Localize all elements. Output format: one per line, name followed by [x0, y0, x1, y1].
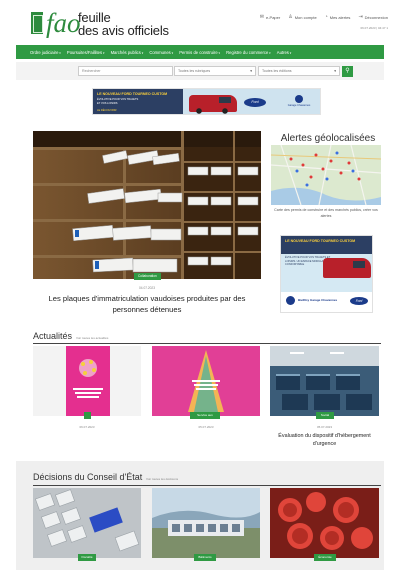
- epaper-link[interactable]: ✉ e-Paper: [260, 14, 280, 20]
- decisions-card-3-tag[interactable]: Économie: [314, 554, 336, 561]
- logout-icon: ⇥: [358, 14, 363, 20]
- search-button[interactable]: ⚲: [342, 65, 353, 77]
- dealer-emblem: [295, 95, 303, 103]
- decisions-card-3-image[interactable]: [270, 488, 379, 558]
- user-icon: ♙: [288, 14, 293, 20]
- ad-banner[interactable]: LE NOUVEAU FORD TOURNEO CUSTOM ÉVOLUTIVE…: [92, 88, 321, 115]
- actualites-card-3-tag[interactable]: Social: [316, 412, 334, 419]
- hero-title[interactable]: Les plaques d'immatriculation vaudoises …: [33, 293, 261, 315]
- alerts-link[interactable]: ◔ Mes alertes: [325, 14, 351, 20]
- rubriques-value: Toutes les rubriques: [178, 69, 211, 73]
- nav-item-permis[interactable]: Permis de construire: [179, 50, 220, 55]
- hero-image[interactable]: [33, 131, 261, 279]
- side-ad-title: LE NOUVEAU FORD TOURNEO CUSTOM: [285, 239, 356, 243]
- van-image: [189, 95, 237, 114]
- actualites-card-2-image[interactable]: [152, 346, 260, 416]
- actualites-title: Actualités: [33, 331, 73, 341]
- ad-banner-line2: ET VOS LOISIRS: [97, 102, 118, 105]
- dealer-emblem: [286, 296, 295, 305]
- search-bar: Rechercher Toutes les rubriques ▾ Toutes …: [16, 62, 384, 80]
- actualites-card-3-title[interactable]: Évaluation du dispositif d'hébergement d…: [270, 432, 379, 448]
- logout-label: Déconnexion: [364, 14, 388, 20]
- decisions-title: Décisions du Conseil d'État: [33, 472, 143, 482]
- ad-banner-title: LE NOUVEAU FORD TOURNEO CUSTOM: [97, 92, 168, 96]
- ford-logo: Ford: [350, 297, 368, 305]
- nav-item-poursuites[interactable]: Poursuites/Faillites: [67, 50, 105, 55]
- alerts-label: Mes alertes: [329, 14, 351, 20]
- actualites-card-1-tag[interactable]: [84, 412, 91, 419]
- rubriques-select[interactable]: Toutes les rubriques ▾: [174, 66, 256, 76]
- actualites-card-3-date: 05.07.2023: [316, 425, 332, 429]
- chevron-down-icon: ▾: [334, 69, 336, 73]
- decisions-card-2-image[interactable]: [152, 488, 260, 558]
- search-input[interactable]: Rechercher: [78, 66, 173, 76]
- decisions-more-link[interactable]: Voir toutes les décisions: [146, 477, 178, 481]
- actualites-card-2-date: 05.07.2023: [198, 425, 214, 429]
- account-links: ✉ e-Paper ♙ Mon compte ◔ Mes alertes ⇥ Décon…: [260, 14, 388, 20]
- bell-icon: ◔: [324, 14, 328, 20]
- shelter-beds-image: [270, 346, 379, 416]
- main-nav: Ordre judiciaire Poursuites/Faillites Ma…: [16, 45, 384, 59]
- geolocated-map-image: [271, 145, 381, 205]
- hero-date: 04.07.2023: [139, 286, 155, 290]
- decisions-card-1-image[interactable]: [33, 488, 141, 558]
- event-poster-image: [152, 346, 260, 416]
- hero-category-tag[interactable]: Collaboration: [134, 273, 161, 280]
- keyboard-image: [33, 488, 141, 558]
- nav-item-registre[interactable]: Registre du commerce: [226, 50, 271, 55]
- actualites-more-link[interactable]: Voir toutes les actualités: [76, 336, 108, 340]
- license-plates-shelf-image: [33, 131, 261, 279]
- editions-select[interactable]: Toutes les éditions ▾: [258, 66, 340, 76]
- actualites-card-1-image[interactable]: [33, 346, 141, 416]
- alerts-map[interactable]: [271, 145, 381, 205]
- decisions-card-1-tag[interactable]: Fiscalité: [78, 554, 96, 561]
- side-ad-footer: BielRoy Garage Chavannes Ford: [281, 292, 372, 312]
- decisions-divider: [33, 485, 381, 486]
- alerts-caption[interactable]: Carte des permis de construire et des ma…: [271, 207, 381, 219]
- canton-stamp-logo[interactable]: [31, 12, 43, 34]
- ford-logo: Ford: [244, 98, 266, 107]
- poster-image: [66, 346, 110, 416]
- actualites-card-3-image[interactable]: [270, 346, 379, 416]
- side-ad-dealer: BielRoy Garage Chavannes: [298, 298, 338, 302]
- mail-icon: ✉: [259, 14, 264, 20]
- editions-value: Toutes les éditions: [262, 69, 292, 73]
- decisions-card-2-tag[interactable]: Bâtiments: [194, 554, 216, 561]
- nav-item-autres[interactable]: Autres: [277, 50, 292, 55]
- search-icon: ⚲: [345, 67, 350, 74]
- dealer-logo: Garage Chavannes: [279, 95, 319, 111]
- header-date: 06.07.2023 | 04:47 1: [360, 26, 388, 30]
- ad-banner-cta: LE DÉCOUVRIR: [97, 109, 117, 112]
- epaper-label: e-Paper: [265, 14, 281, 20]
- side-ad[interactable]: LE NOUVEAU FORD TOURNEO CUSTOM ÉVOLUTIVE…: [280, 235, 373, 313]
- dealer-name: Garage Chavannes: [287, 104, 311, 107]
- building-render-image: [152, 488, 260, 558]
- ad-banner-line1: ÉVOLUTIVE POUR VOS TRAJETS: [97, 98, 139, 101]
- nav-item-ordre-judiciaire[interactable]: Ordre judiciaire: [30, 50, 61, 55]
- site-header: fao feuille des avis officiels ✉ e-Paper …: [0, 0, 398, 42]
- van-image: [323, 258, 371, 278]
- alerts-title[interactable]: Alertes géolocalisées: [271, 133, 385, 144]
- coins-image: [270, 488, 379, 558]
- logo-title-line2[interactable]: des avis officiels: [78, 24, 169, 38]
- nav-item-marches-publics[interactable]: Marchés publics: [111, 50, 144, 55]
- account-label: Mon compte: [294, 14, 317, 20]
- account-link[interactable]: ♙ Mon compte: [288, 14, 317, 20]
- actualites-card-2-tag[interactable]: Service aux: [190, 412, 220, 419]
- chevron-down-icon: ▾: [250, 69, 252, 73]
- fao-logo-mark[interactable]: fao: [46, 9, 81, 37]
- nav-item-communes[interactable]: Communes: [149, 50, 173, 55]
- actualites-card-1-date: 06.07.2023: [79, 425, 95, 429]
- logout-link[interactable]: ⇥ Déconnexion: [358, 14, 388, 20]
- actualites-divider: [33, 343, 381, 344]
